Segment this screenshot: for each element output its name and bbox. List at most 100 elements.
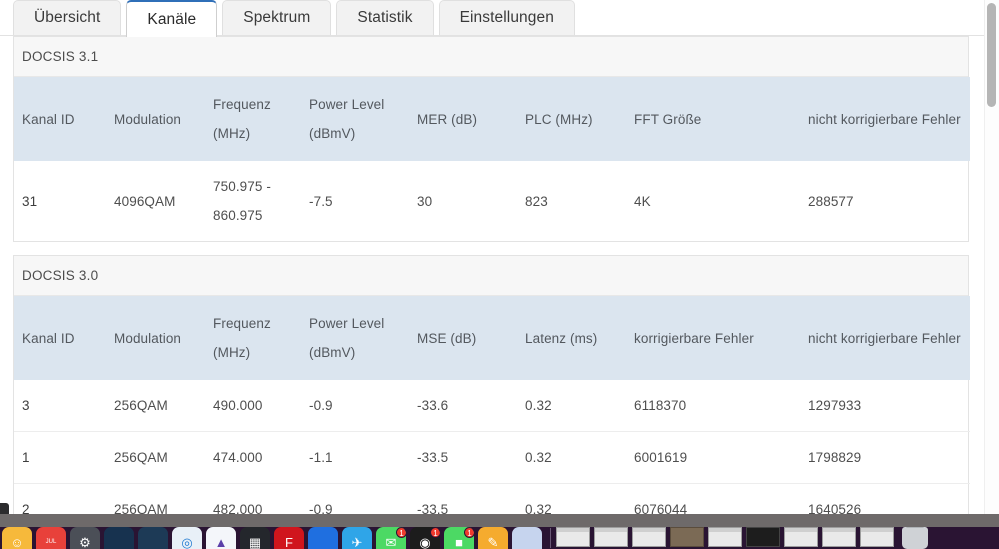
- app-blue-1-icon[interactable]: [104, 527, 134, 549]
- safari-icon[interactable]: ◎: [172, 527, 202, 549]
- cell-latenz: 0.32: [517, 483, 626, 514]
- spotify-icon[interactable]: ◉ 1: [410, 527, 440, 549]
- col-frequenz-line2: (MHz): [213, 126, 251, 141]
- col-frequenz[interactable]: Frequenz (MHz): [205, 296, 301, 380]
- cell-power-level: -0.9: [301, 483, 409, 514]
- cell-frequenz: 482.000: [205, 483, 301, 514]
- docsis30-panel: DOCSIS 3.0 Kanal ID Modulation Frequenz …: [13, 255, 970, 514]
- window-thumb-doc-1[interactable]: [556, 527, 590, 547]
- col-power-level[interactable]: Power Level (dBmV): [301, 77, 409, 161]
- tab-label: Kanäle: [147, 10, 197, 28]
- appstore-icon[interactable]: ▲: [206, 527, 236, 549]
- trash-icon[interactable]: [902, 527, 928, 549]
- window-thumb-doc-7[interactable]: [860, 527, 894, 547]
- table-header-row: Kanal ID Modulation Frequenz (MHz) Power…: [14, 296, 970, 380]
- docsis31-panel: DOCSIS 3.1 Kanal ID Modulation Frequenz …: [13, 36, 970, 242]
- cell-korrigierbare-fehler: 6118370: [634, 398, 687, 413]
- col-korrigierbare-fehler[interactable]: korrigierbare Fehler: [626, 296, 800, 380]
- tab-label: Übersicht: [34, 9, 101, 26]
- window-thumb-doc-4[interactable]: [708, 527, 742, 547]
- col-power-line1: Power Level: [309, 97, 385, 112]
- table-row[interactable]: 31 4096QAM 750.975 - 860.975 -7.5 30 823…: [14, 161, 970, 241]
- finder-icon[interactable]: ☺: [2, 527, 32, 549]
- col-mer[interactable]: MER (dB): [409, 77, 517, 161]
- tab-statistik[interactable]: Statistik: [336, 0, 434, 35]
- spotify-badge: 1: [430, 527, 440, 538]
- window-thumb-doc-5[interactable]: [784, 527, 818, 547]
- app-blue-2-icon[interactable]: [138, 527, 168, 549]
- messages-icon[interactable]: ✉ 1: [376, 527, 406, 549]
- cell-modulation: 256QAM: [106, 483, 205, 514]
- cell-nicht-korrigierbare-fehler: 288577: [808, 193, 854, 209]
- cell-power-level: -7.5: [309, 193, 333, 209]
- tab-kanaele[interactable]: Kanäle: [126, 0, 218, 37]
- cell-frequenz: 474.000: [205, 431, 301, 484]
- col-plc[interactable]: PLC (MHz): [517, 77, 626, 161]
- app-window: Übersicht Kanäle Spektrum Statistik Eins…: [0, 0, 999, 549]
- col-power-line1: Power Level: [309, 316, 385, 331]
- cell-kanal-id: 3: [22, 398, 30, 413]
- tab-label: Statistik: [357, 9, 413, 26]
- cell-frequenz: 750.975 - 860.975: [205, 161, 301, 241]
- window-thumb-photo[interactable]: [670, 527, 704, 547]
- notes-icon[interactable]: ✎: [478, 527, 508, 549]
- cell-fft-groesse: 4K: [634, 193, 651, 209]
- window-thumb-doc-2[interactable]: [594, 527, 628, 547]
- docsis30-title: DOCSIS 3.0: [14, 256, 968, 296]
- telegram-icon[interactable]: ✈: [342, 527, 372, 549]
- docsis30-table-body: 3 256QAM 490.000 -0.9 -33.6 0.32 6118370…: [14, 380, 970, 514]
- tab-spektrum[interactable]: Spektrum: [222, 0, 332, 35]
- table-row[interactable]: 2 256QAM 482.000 -0.9 -33.5 0.32 6076044…: [14, 483, 970, 514]
- col-mse[interactable]: MSE (dB): [409, 296, 517, 380]
- scrollbar-thumb[interactable]: [987, 3, 996, 107]
- cell-power-level: -1.1: [301, 431, 409, 484]
- cell-nicht-korrigierbare-fehler: 1297933: [808, 398, 862, 413]
- calendar-month-label: JUL: [45, 539, 57, 545]
- blue-app-icon[interactable]: [308, 527, 338, 549]
- docsis31-title: DOCSIS 3.1: [14, 37, 968, 77]
- col-modulation[interactable]: Modulation: [106, 296, 205, 380]
- col-nicht-korrigierbare-fehler[interactable]: nicht korrigierbare Fehler: [800, 296, 970, 380]
- system-preferences-icon[interactable]: ⚙: [70, 527, 100, 549]
- col-kanal-id[interactable]: Kanal ID: [14, 296, 106, 380]
- facetime-icon[interactable]: ■ 1: [444, 527, 474, 549]
- vertical-scrollbar[interactable]: [984, 0, 999, 514]
- docsis30-table: Kanal ID Modulation Frequenz (MHz) Power…: [14, 296, 970, 514]
- cell-kanal-id: 2: [14, 483, 106, 514]
- cell-mer: 30: [417, 193, 433, 209]
- content-scroll-area[interactable]: DOCSIS 3.1 Kanal ID Modulation Frequenz …: [0, 36, 999, 514]
- window-thumb-dark[interactable]: [746, 527, 780, 547]
- red-app-icon[interactable]: F: [274, 527, 304, 549]
- tab-einstellungen[interactable]: Einstellungen: [438, 0, 575, 35]
- cell-mse: -33.5: [409, 431, 517, 484]
- docsis31-table: Kanal ID Modulation Frequenz (MHz) Power…: [14, 77, 970, 241]
- messages-badge: 1: [396, 527, 406, 538]
- col-latenz[interactable]: Latenz (ms): [517, 296, 626, 380]
- col-modulation[interactable]: Modulation: [106, 77, 205, 161]
- tab-uebersicht[interactable]: Übersicht: [13, 0, 122, 35]
- window-thumb-doc-3[interactable]: [632, 527, 666, 547]
- col-fft-groesse[interactable]: FFT Größe: [626, 77, 800, 161]
- col-power-line2: (dBmV): [309, 126, 356, 141]
- col-power-line2: (dBmV): [309, 345, 356, 360]
- col-power-level[interactable]: Power Level (dBmV): [301, 296, 409, 380]
- cell-frequenz-line2: 860.975: [213, 208, 263, 223]
- col-kanal-id[interactable]: Kanal ID: [14, 77, 106, 161]
- col-frequenz[interactable]: Frequenz (MHz): [205, 77, 301, 161]
- dock-separator: [550, 528, 551, 548]
- cell-kanal-id: 31: [22, 193, 38, 209]
- desktop-background: [0, 514, 999, 527]
- col-frequenz-line2: (MHz): [213, 345, 251, 360]
- cell-frequenz-line1: 750.975 -: [213, 179, 271, 194]
- imovie-icon[interactable]: ▦: [240, 527, 270, 549]
- table-row[interactable]: 1 256QAM 474.000 -1.1 -33.5 0.32 6001619…: [14, 431, 970, 484]
- table-header-row: Kanal ID Modulation Frequenz (MHz) Power…: [14, 77, 970, 161]
- light-app-icon[interactable]: [512, 527, 542, 549]
- cell-nicht-korrigierbare-fehler: 1640526: [800, 483, 970, 514]
- cell-korrigierbare-fehler: 6076044: [626, 483, 800, 514]
- table-row[interactable]: 3 256QAM 490.000 -0.9 -33.6 0.32 6118370…: [14, 380, 970, 432]
- calendar-icon[interactable]: JUL: [36, 527, 66, 549]
- dock: ☺ JUL ⚙ ◎ ▲ ▦ F ✈ ✉ 1 ◉ 1 ■ 1 ✎: [0, 527, 999, 549]
- window-thumb-doc-6[interactable]: [822, 527, 856, 547]
- col-nicht-korrigierbare-fehler[interactable]: nicht korrigierbare Fehler: [800, 77, 970, 161]
